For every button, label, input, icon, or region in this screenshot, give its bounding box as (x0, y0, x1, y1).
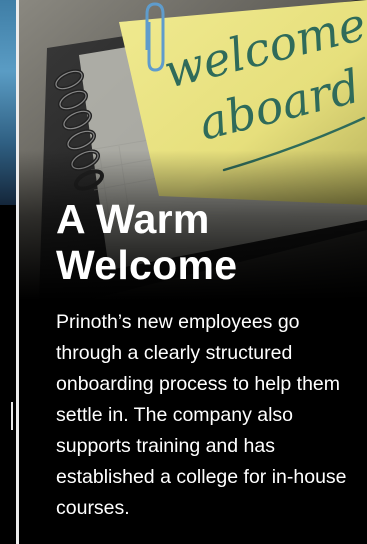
page: welcome aboard A Warm Welcome Prinoth’s … (0, 0, 367, 544)
previous-card[interactable] (0, 0, 16, 544)
welcome-card[interactable]: welcome aboard A Warm Welcome Prinoth’s … (19, 0, 367, 544)
card-title: A Warm Welcome (56, 196, 238, 288)
card-description: Prinoth’s new employees go through a cle… (56, 311, 347, 519)
previous-card-text-fragment (11, 402, 13, 430)
previous-card-image (0, 0, 16, 205)
